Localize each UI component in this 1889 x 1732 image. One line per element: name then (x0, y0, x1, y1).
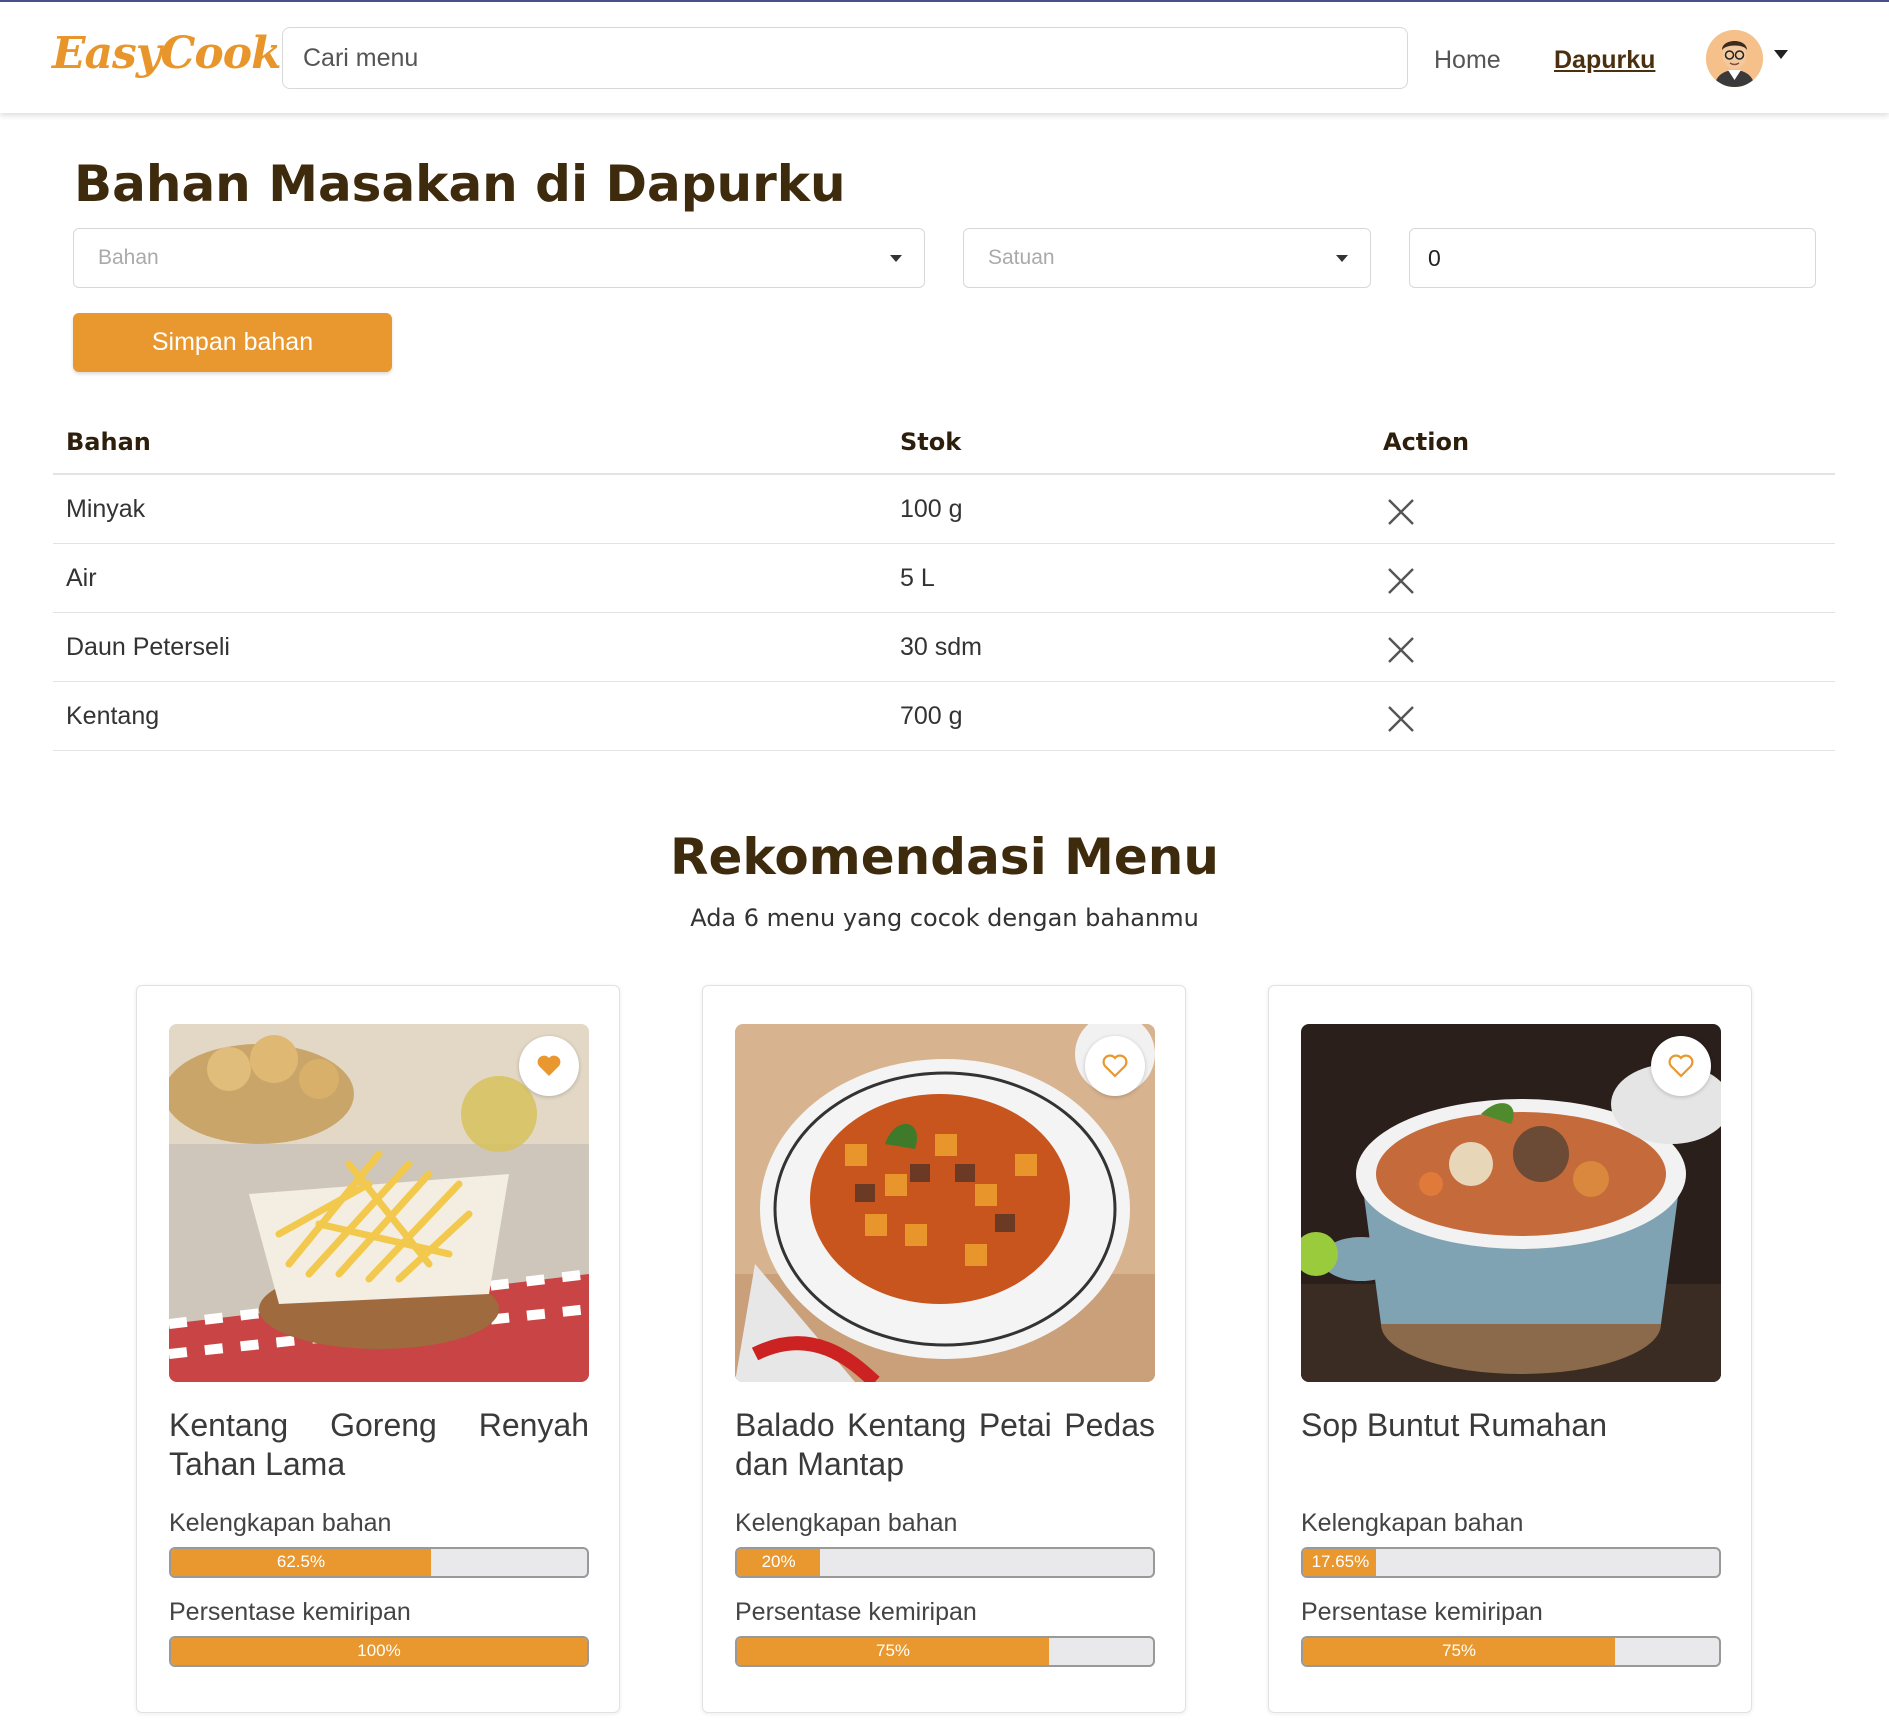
nav-link-dapurku[interactable]: Dapurku (1554, 46, 1655, 75)
similarity-value: 75% (1441, 1641, 1477, 1660)
cell-bahan: Minyak (66, 495, 146, 523)
chevron-down-icon (1336, 255, 1348, 262)
recipe-title[interactable]: Balado Kentang Petai Pedas dan Mantap (735, 1406, 1155, 1484)
delete-icon[interactable] (1386, 635, 1416, 665)
page-title: Bahan Masakan di Dapurku (74, 155, 846, 213)
nav-link-home[interactable]: Home (1434, 46, 1501, 75)
cell-stok: 100 g (900, 495, 963, 523)
heart-outline-icon (1102, 1054, 1128, 1078)
favorite-button[interactable] (519, 1036, 579, 1096)
heart-outline-icon (1668, 1054, 1694, 1078)
table-row: Daun Peterseli 30 sdm (53, 613, 1835, 682)
cell-stok: 5 L (900, 564, 935, 592)
completeness-label: Kelengkapan bahan (735, 1509, 958, 1537)
completeness-value: 62.5% (276, 1552, 326, 1571)
cell-bahan: Daun Peterseli (66, 633, 230, 661)
table-row: Air 5 L (53, 544, 1835, 613)
completeness-bar: 17.65% (1301, 1547, 1721, 1578)
recipe-image[interactable] (169, 1024, 589, 1382)
completeness-bar: 62.5% (169, 1547, 589, 1578)
quantity-input[interactable] (1409, 228, 1816, 288)
column-header-bahan: Bahan (66, 428, 151, 456)
similarity-bar: 75% (735, 1636, 1155, 1667)
search-input[interactable] (282, 27, 1408, 89)
table-header: Bahan Stok Action (53, 420, 1835, 475)
save-ingredient-button[interactable]: Simpan bahan (73, 313, 392, 372)
delete-icon[interactable] (1386, 704, 1416, 734)
completeness-label: Kelengkapan bahan (1301, 1509, 1524, 1537)
cell-bahan: Kentang (66, 702, 160, 730)
similarity-label: Persentase kemiripan (169, 1598, 411, 1626)
favorite-button[interactable] (1651, 1036, 1711, 1096)
navbar: EasyCook Home Dapurku (0, 0, 1889, 113)
completeness-label: Kelengkapan bahan (169, 1509, 392, 1537)
recipe-card[interactable]: Balado Kentang Petai Pedas dan Mantap Ke… (702, 985, 1186, 1713)
delete-icon[interactable] (1386, 566, 1416, 596)
cell-stok: 30 sdm (900, 633, 982, 661)
column-header-stok: Stok (900, 428, 962, 456)
delete-icon[interactable] (1386, 497, 1416, 527)
recipe-image[interactable] (1301, 1024, 1721, 1382)
cell-stok: 700 g (900, 702, 963, 730)
similarity-bar: 100% (169, 1636, 589, 1667)
completeness-value: 17.65% (1311, 1552, 1370, 1571)
recipe-card[interactable]: Kentang Goreng Renyah Tahan Lama Kelengk… (136, 985, 620, 1713)
avatar[interactable] (1706, 30, 1763, 87)
bahan-select[interactable]: Bahan (73, 228, 925, 288)
logo[interactable]: EasyCook (52, 28, 282, 79)
similarity-label: Persentase kemiripan (735, 1598, 977, 1626)
completeness-bar: 20% (735, 1547, 1155, 1578)
recipe-image[interactable] (735, 1024, 1155, 1382)
satuan-select-placeholder: Satuan (988, 246, 1055, 269)
similarity-value: 100% (357, 1641, 401, 1660)
similarity-label: Persentase kemiripan (1301, 1598, 1543, 1626)
similarity-value: 75% (875, 1641, 911, 1660)
table-row: Minyak 100 g (53, 475, 1835, 544)
favorite-button[interactable] (1085, 1036, 1145, 1096)
recipe-card[interactable]: Sop Buntut Rumahan Kelengkapan bahan 17.… (1268, 985, 1752, 1713)
similarity-bar: 75% (1301, 1636, 1721, 1667)
chevron-down-icon (890, 255, 902, 262)
table-row: Kentang 700 g (53, 682, 1835, 751)
avatar-image (1706, 30, 1763, 87)
ingredients-table: Bahan Stok Action Minyak 100 g Air 5 L D… (53, 420, 1835, 751)
column-header-action: Action (1383, 428, 1470, 456)
heart-filled-icon (537, 1055, 561, 1076)
recipe-title[interactable]: Kentang Goreng Renyah Tahan Lama (169, 1406, 589, 1484)
chevron-down-icon[interactable] (1774, 50, 1788, 59)
completeness-value: 20% (761, 1552, 796, 1571)
section-title: Rekomendasi Menu (670, 828, 1219, 886)
recipe-title[interactable]: Sop Buntut Rumahan (1301, 1406, 1721, 1445)
bahan-select-placeholder: Bahan (98, 246, 159, 269)
satuan-select[interactable]: Satuan (963, 228, 1371, 288)
cell-bahan: Air (66, 564, 97, 592)
section-subtitle: Ada 6 menu yang cocok dengan bahanmu (690, 904, 1199, 932)
